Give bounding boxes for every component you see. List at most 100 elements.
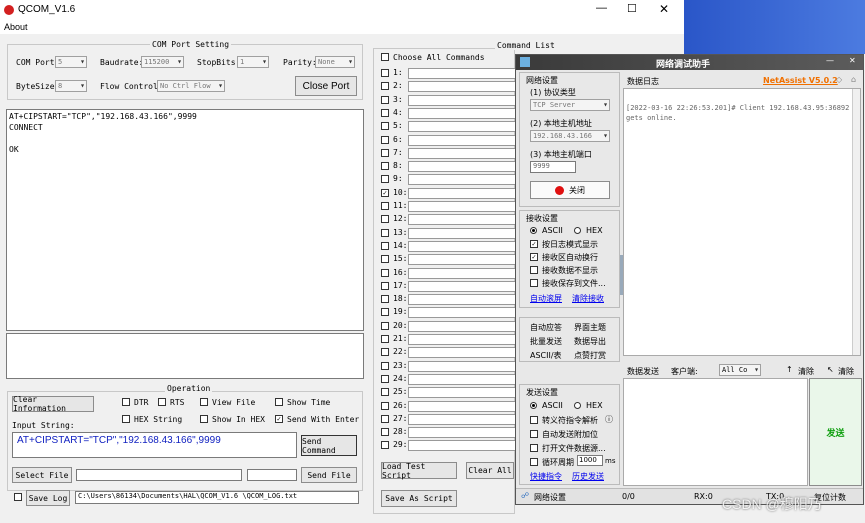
net-close-button[interactable]: 关闭 [530, 181, 610, 199]
command-checkbox[interactable] [381, 374, 389, 383]
tool-link[interactable]: 数据导出 [574, 336, 606, 347]
command-input[interactable] [408, 161, 526, 173]
send-ascii-radio[interactable] [530, 402, 537, 409]
command-checkbox[interactable] [381, 188, 389, 197]
command-input[interactable] [408, 440, 526, 452]
host-select[interactable]: 192.168.43.166 [530, 130, 610, 142]
choose-all-checkbox[interactable] [381, 53, 389, 61]
select-file-button[interactable]: Select File [12, 467, 72, 483]
command-input[interactable] [408, 307, 526, 319]
command-checkbox[interactable] [381, 162, 389, 171]
home-icon[interactable]: ⌂ [851, 75, 856, 84]
command-input[interactable] [408, 334, 526, 345]
log-path-field[interactable]: C:\Users\86134\Documents\HAL\QCOM_V1.6 \… [75, 491, 359, 504]
command-checkbox[interactable] [381, 308, 389, 317]
command-input[interactable] [408, 280, 526, 292]
clear-send-button-2[interactable]: 清除 [838, 366, 854, 377]
send-opt-checkbox[interactable] [530, 416, 538, 424]
command-input[interactable] [408, 413, 526, 425]
view-file-checkbox[interactable] [200, 398, 208, 406]
command-input[interactable] [408, 187, 526, 199]
command-checkbox[interactable] [381, 281, 389, 290]
client-select[interactable]: All Co [719, 364, 761, 376]
tool-link[interactable]: 自动应答 [530, 322, 562, 333]
command-checkbox[interactable] [381, 95, 389, 104]
command-checkbox[interactable] [381, 82, 389, 91]
close-icon[interactable]: ✕ [659, 2, 669, 16]
command-checkbox[interactable] [381, 295, 389, 304]
data-log-area[interactable]: [2022-03-16 22:26:53.201]# Client 192.16… [623, 88, 861, 356]
send-opt-checkbox[interactable] [530, 458, 538, 466]
command-checkbox[interactable] [381, 428, 389, 437]
command-checkbox[interactable] [381, 255, 389, 264]
command-checkbox[interactable] [381, 202, 389, 210]
save-log-button[interactable]: Save Log [26, 490, 70, 506]
command-checkbox[interactable] [381, 414, 389, 423]
send-command-button[interactable]: Send Command [301, 435, 357, 456]
save-log-checkbox[interactable] [14, 493, 22, 501]
command-checkbox[interactable] [381, 441, 389, 450]
parity-select[interactable]: None [315, 56, 355, 68]
send-hex-radio[interactable] [574, 402, 581, 409]
send-opt-checkbox[interactable] [530, 444, 538, 452]
menu-about[interactable]: About [4, 22, 28, 32]
net-close-icon[interactable]: ✕ [849, 56, 856, 65]
command-input[interactable] [408, 214, 526, 226]
net-minimize-icon[interactable]: — [826, 56, 834, 65]
command-checkbox[interactable] [381, 122, 389, 131]
command-input[interactable] [408, 174, 526, 186]
recv-hex-radio[interactable] [574, 227, 581, 234]
command-checkbox[interactable] [381, 175, 389, 184]
port-input[interactable]: 9999 [530, 161, 576, 173]
clear-send-icon-2[interactable]: ↖ [827, 365, 834, 374]
com-port-select[interactable]: 5 [55, 56, 87, 68]
command-input[interactable] [408, 400, 526, 412]
command-checkbox[interactable] [381, 321, 389, 330]
tool-link[interactable]: 批量发送 [530, 336, 562, 347]
auto-scroll-link[interactable]: 自动滚屏 [530, 293, 562, 304]
clear-send-icon[interactable]: ↑ [786, 365, 793, 374]
send-input-area[interactable] [623, 378, 808, 486]
file-path-field[interactable] [76, 469, 242, 481]
send-with-enter-checkbox[interactable] [275, 415, 283, 423]
command-input[interactable] [408, 81, 526, 93]
command-input[interactable] [408, 427, 526, 439]
command-input[interactable] [408, 134, 526, 146]
recv-opt-checkbox[interactable] [530, 253, 538, 261]
tool-link[interactable]: ASCII/表 [530, 350, 562, 361]
recv-opt-checkbox[interactable] [530, 266, 538, 274]
recv-ascii-radio[interactable] [530, 227, 537, 234]
clear-recv-link[interactable]: 清除接收 [572, 293, 604, 304]
command-input[interactable] [408, 94, 526, 106]
command-checkbox[interactable] [381, 335, 389, 343]
maximize-icon[interactable]: ☐ [627, 2, 637, 15]
command-checkbox[interactable] [381, 241, 389, 250]
send-opt-checkbox[interactable] [530, 430, 538, 438]
tool-link[interactable]: 点赞打赏 [574, 350, 606, 361]
command-input[interactable] [408, 360, 526, 372]
recv-opt-checkbox[interactable] [530, 279, 538, 287]
cycle-input[interactable]: 1000 [577, 455, 603, 466]
gem-icon[interactable]: ◇ [836, 75, 842, 84]
proto-select[interactable]: TCP Server [530, 99, 610, 111]
send-file-button[interactable]: Send File [301, 467, 357, 483]
command-checkbox[interactable] [381, 361, 389, 370]
command-checkbox[interactable] [381, 215, 389, 224]
command-checkbox[interactable] [381, 268, 389, 277]
command-input[interactable] [408, 267, 526, 279]
bytesize-select[interactable]: 8 [55, 80, 87, 92]
command-input[interactable] [408, 347, 526, 359]
command-input[interactable] [408, 240, 526, 252]
input-string-field[interactable]: AT+CIPSTART="TCP","192.168.43.166",9999 [12, 432, 297, 458]
command-input[interactable] [408, 387, 526, 399]
receive-area[interactable]: AT+CIPSTART="TCP","192.168.43.166",9999 … [6, 109, 364, 331]
info-icon[interactable]: ⓘ [605, 414, 613, 425]
show-in-hex-checkbox[interactable] [200, 415, 208, 423]
save-as-script-button[interactable]: Save As Script [381, 490, 457, 507]
command-checkbox[interactable] [381, 388, 389, 397]
command-checkbox[interactable] [381, 348, 389, 357]
close-port-button[interactable]: Close Port [295, 76, 357, 96]
command-checkbox[interactable] [381, 148, 389, 157]
load-test-script-button[interactable]: Load Test Script [381, 462, 457, 480]
send-button[interactable]: 发送 [809, 378, 862, 486]
